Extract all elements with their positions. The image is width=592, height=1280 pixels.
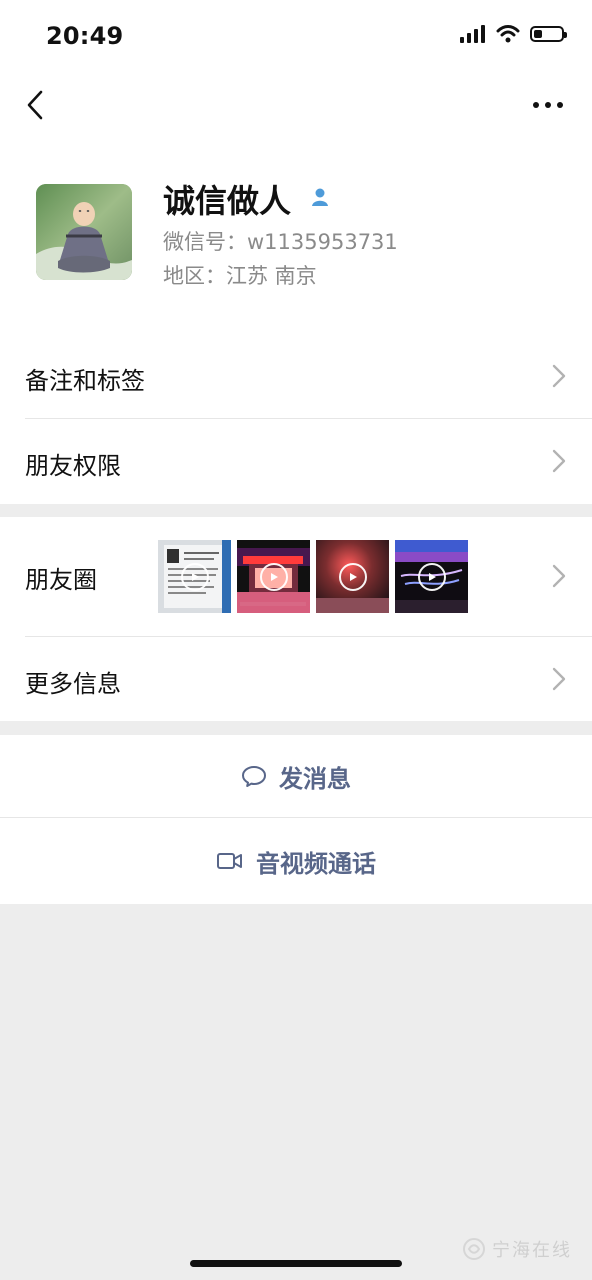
moment-thumbnail[interactable] — [395, 540, 468, 613]
remark-tags-row[interactable]: 备注和标签 — [0, 334, 592, 418]
chevron-right-icon — [552, 449, 566, 473]
more-info-label: 更多信息 — [25, 670, 121, 698]
audio-video-call-label: 音视频通话 — [256, 849, 376, 878]
message-bubble-icon — [242, 766, 266, 787]
more-info-row[interactable]: 更多信息 — [0, 637, 592, 721]
wechat-id-label: 微信号：w1135953731 — [163, 230, 398, 254]
watermark: 宁海在线 — [462, 1236, 572, 1262]
play-icon — [417, 562, 446, 591]
region-label: 地区：江苏 南京 — [163, 264, 317, 288]
watermark-text: 宁海在线 — [492, 1240, 572, 1261]
home-indicator[interactable] — [190, 1260, 402, 1267]
moments-thumbnails — [158, 540, 468, 613]
status-icons — [460, 25, 567, 43]
status-time: 20:49 — [46, 22, 124, 50]
moments-row[interactable]: 朋友圈 — [0, 517, 592, 635]
watermark-logo-icon — [463, 1238, 485, 1260]
chevron-right-icon — [552, 667, 566, 691]
play-icon — [180, 562, 209, 591]
moments-label: 朋友圈 — [25, 566, 97, 594]
verified-user-icon — [309, 186, 331, 208]
status-bar: 20:49 — [0, 0, 592, 70]
friend-permissions-label: 朋友权限 — [25, 452, 121, 480]
more-options-button[interactable] — [530, 88, 566, 122]
moment-thumbnail[interactable] — [158, 540, 231, 613]
settings-group-1: 备注和标签 朋友权限 — [0, 334, 592, 504]
wifi-icon — [496, 25, 520, 43]
friend-permissions-row[interactable]: 朋友权限 — [0, 419, 592, 503]
profile-name: 诚信做人 — [163, 182, 292, 220]
moment-thumbnail[interactable] — [237, 540, 310, 613]
chevron-right-icon — [552, 364, 566, 388]
more-dots-icon — [533, 102, 563, 108]
profile-header: 诚信做人 微信号：w1135953731 地区：江苏 南京 — [0, 140, 592, 334]
battery-icon — [530, 26, 567, 42]
video-call-icon — [217, 853, 242, 869]
send-message-button[interactable]: 发消息 — [0, 735, 592, 817]
back-arrow-icon — [27, 90, 43, 120]
play-icon — [259, 562, 288, 591]
top-nav — [0, 70, 592, 140]
settings-group-2: 朋友圈 更多信息 — [0, 517, 592, 721]
play-icon — [338, 562, 367, 591]
send-message-label: 发消息 — [279, 764, 351, 793]
avatar[interactable] — [36, 184, 132, 280]
remark-tags-label: 备注和标签 — [25, 367, 145, 395]
avatar-image — [36, 184, 132, 280]
cellular-signal-icon — [460, 25, 486, 43]
back-button[interactable] — [18, 86, 52, 124]
moment-thumbnail[interactable] — [316, 540, 389, 613]
chevron-right-icon — [552, 564, 566, 588]
audio-video-call-button[interactable]: 音视频通话 — [0, 818, 592, 904]
